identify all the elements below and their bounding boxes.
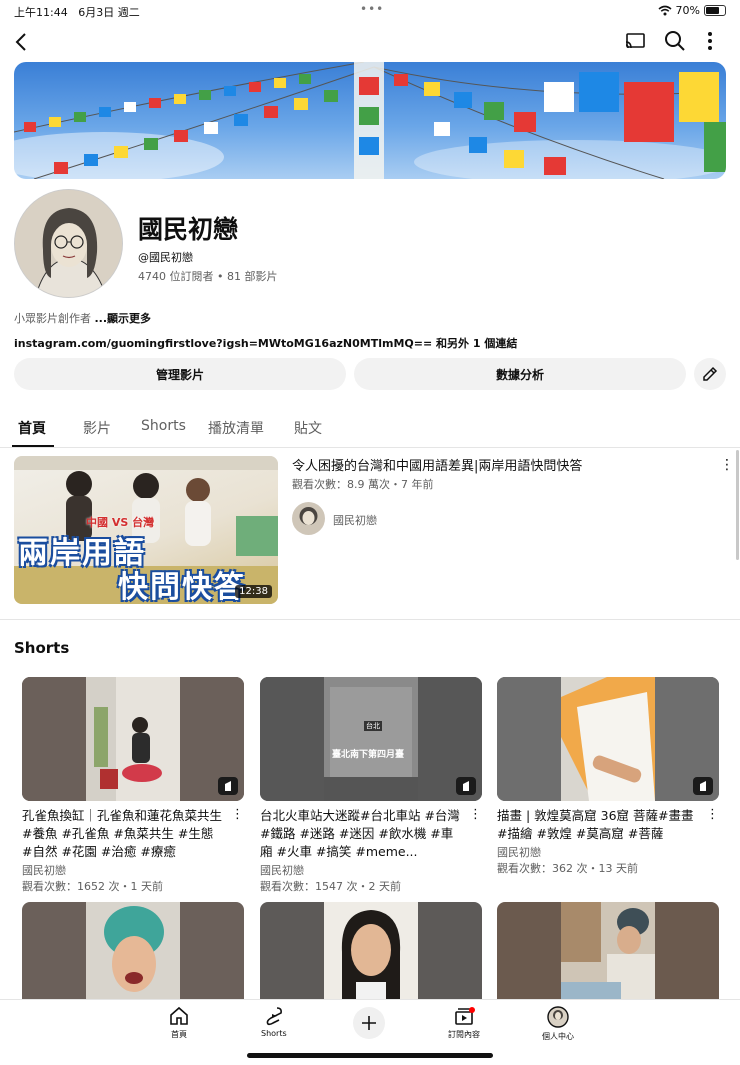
- tab-shorts[interactable]: Shorts: [141, 418, 186, 434]
- shorts-heading: Shorts: [14, 639, 70, 657]
- wifi-icon: [658, 5, 672, 16]
- short-thumbnail[interactable]: [22, 902, 244, 1002]
- subscriptions-icon: [455, 1007, 475, 1025]
- featured-video-title[interactable]: 令人困擾的台灣和中國用語差異|兩岸用語快問快答: [292, 455, 712, 474]
- analytics-button[interactable]: 數據分析: [354, 358, 686, 390]
- channel-links[interactable]: instagram.com/guomingfirstlove?igsh=MWto…: [14, 335, 517, 351]
- short-thumbnail-image: [86, 902, 180, 1002]
- more-vert-icon[interactable]: [706, 30, 714, 52]
- nav-home[interactable]: 首頁: [168, 1006, 190, 1040]
- short-more-icon[interactable]: ⋮: [469, 807, 482, 822]
- tab-playlists[interactable]: 播放清單: [208, 418, 264, 438]
- manage-videos-button[interactable]: 管理影片: [14, 358, 346, 390]
- top-app-bar: [0, 28, 740, 56]
- back-arrow-icon[interactable]: [12, 30, 32, 54]
- short-more-icon[interactable]: ⋮: [706, 807, 719, 822]
- show-more-link[interactable]: ...顯示更多: [95, 312, 152, 325]
- home-icon: [170, 1006, 188, 1025]
- short-thumbnail-image: [324, 902, 418, 1002]
- short-card[interactable]: 孔雀魚換缸｜孔雀魚和蓮花魚菜共生#養魚 #孔雀魚 #魚菜共生 #生態 #自然 #…: [22, 677, 244, 894]
- short-overlay-text: 臺北南下第四月臺: [332, 750, 405, 760]
- featured-channel-avatar[interactable]: [292, 502, 325, 535]
- nav-shorts[interactable]: Shorts: [261, 1006, 287, 1038]
- short-thumbnail-image: [497, 677, 719, 801]
- nav-shorts-label: Shorts: [261, 1029, 287, 1038]
- short-thumbnail-image: [22, 677, 244, 801]
- short-more-icon[interactable]: ⋮: [231, 807, 244, 822]
- battery-percent: 70%: [675, 4, 700, 17]
- shorts-badge-icon: [456, 777, 476, 795]
- plus-icon: [362, 1016, 376, 1030]
- short-overlay-small: 台北: [364, 721, 382, 731]
- create-button[interactable]: [353, 1007, 385, 1039]
- short-thumbnail[interactable]: [497, 902, 719, 1002]
- featured-more-icon[interactable]: ⋮: [720, 457, 734, 473]
- featured-channel-name[interactable]: 國民初戀: [333, 512, 377, 528]
- channel-description[interactable]: 小眾影片創作者 ...顯示更多: [14, 310, 151, 326]
- active-tab-indicator: [12, 445, 54, 447]
- scrollbar[interactable]: [736, 450, 739, 560]
- nav-you-label: 個人中心: [542, 1032, 574, 1041]
- short-card[interactable]: 台北 臺北南下第四月臺 台北火車站大迷蹤#台北車站 #台灣 #鐵路 #迷路 #迷…: [260, 677, 482, 894]
- featured-video-thumbnail[interactable]: 中國 VS 台灣 兩岸用語 快問快答 12:38: [14, 456, 278, 604]
- featured-video-meta: 觀看次數：8.9 萬次・7 年前: [292, 478, 434, 491]
- video-duration: 12:38: [235, 585, 272, 598]
- prayer-flags-image: [14, 62, 726, 179]
- section-divider: [0, 619, 740, 620]
- short-thumbnail-image: [561, 902, 655, 1002]
- battery-icon: [704, 5, 726, 16]
- short-meta: 觀看次數：1547 次・2 天前: [260, 880, 401, 893]
- edit-channel-button[interactable]: [694, 358, 726, 390]
- avatar-portrait-image: [15, 190, 122, 297]
- nav-you[interactable]: 個人中心: [542, 1006, 574, 1042]
- channel-banner: [14, 62, 726, 179]
- nav-subscriptions-label: 訂閱內容: [448, 1030, 480, 1039]
- short-card[interactable]: 描畫 | 敦煌莫高窟 36窟 菩薩#畫畫 #描繪 #敦煌 #莫高窟 #菩薩 國民…: [497, 677, 719, 876]
- short-thumbnail[interactable]: [22, 677, 244, 801]
- tab-posts[interactable]: 貼文: [294, 418, 322, 438]
- profile-avatar-icon: [547, 1006, 569, 1028]
- short-channel: 國民初戀: [22, 864, 66, 877]
- short-title[interactable]: 孔雀魚換缸｜孔雀魚和蓮花魚菜共生#養魚 #孔雀魚 #魚菜共生 #生態 #自然 #…: [22, 807, 226, 861]
- short-thumbnail[interactable]: 台北 臺北南下第四月臺: [260, 677, 482, 801]
- multitasking-dots[interactable]: •••: [360, 2, 384, 16]
- tab-videos[interactable]: 影片: [83, 418, 111, 438]
- battery-level: [706, 7, 719, 14]
- shorts-badge-icon: [218, 777, 238, 795]
- shorts-badge-icon: [693, 777, 713, 795]
- description-text: 小眾影片創作者: [14, 312, 91, 325]
- nav-home-label: 首頁: [171, 1030, 187, 1039]
- short-thumbnail-image: [260, 677, 482, 801]
- channel-name: 國民初戀: [138, 215, 239, 244]
- short-channel: 國民初戀: [497, 846, 541, 859]
- channel-avatar[interactable]: [14, 189, 123, 298]
- channel-tabs: 首頁 影片 Shorts 播放清單 貼文: [0, 408, 740, 448]
- thumbnail-title-line2: 快問快答: [118, 570, 246, 604]
- short-meta: 觀看次數：1652 次・1 天前: [22, 880, 163, 893]
- pencil-icon: [703, 366, 718, 381]
- nav-subscriptions[interactable]: 訂閱內容: [448, 1006, 480, 1040]
- tab-home[interactable]: 首頁: [18, 418, 46, 438]
- short-title[interactable]: 描畫 | 敦煌莫高窟 36窟 菩薩#畫畫 #描繪 #敦煌 #莫高窟 #菩薩: [497, 807, 701, 843]
- home-indicator: [247, 1053, 493, 1058]
- status-right: 70%: [658, 4, 726, 17]
- channel-stats: 4740 位訂閱者 • 81 部影片: [138, 270, 278, 283]
- status-bar: 上午11:44 6月3日 週二 ••• 70%: [0, 0, 740, 22]
- cast-icon[interactable]: [624, 31, 646, 51]
- short-thumbnail[interactable]: [260, 902, 482, 1002]
- status-time: 上午11:44 6月3日 週二: [14, 6, 140, 19]
- short-title[interactable]: 台北火車站大迷蹤#台北車站 #台灣 #鐵路 #迷路 #迷因 #飲水機 #車廂 #…: [260, 807, 464, 861]
- shorts-icon: [266, 1007, 282, 1026]
- short-channel: 國民初戀: [260, 864, 304, 877]
- short-thumbnail[interactable]: [497, 677, 719, 801]
- channel-handle: @國民初戀: [138, 251, 193, 264]
- search-icon[interactable]: [664, 30, 686, 52]
- bottom-navigation: 首頁 Shorts 訂閱內容 個人中心: [0, 999, 740, 1065]
- short-meta: 觀看次數：362 次・13 天前: [497, 862, 638, 875]
